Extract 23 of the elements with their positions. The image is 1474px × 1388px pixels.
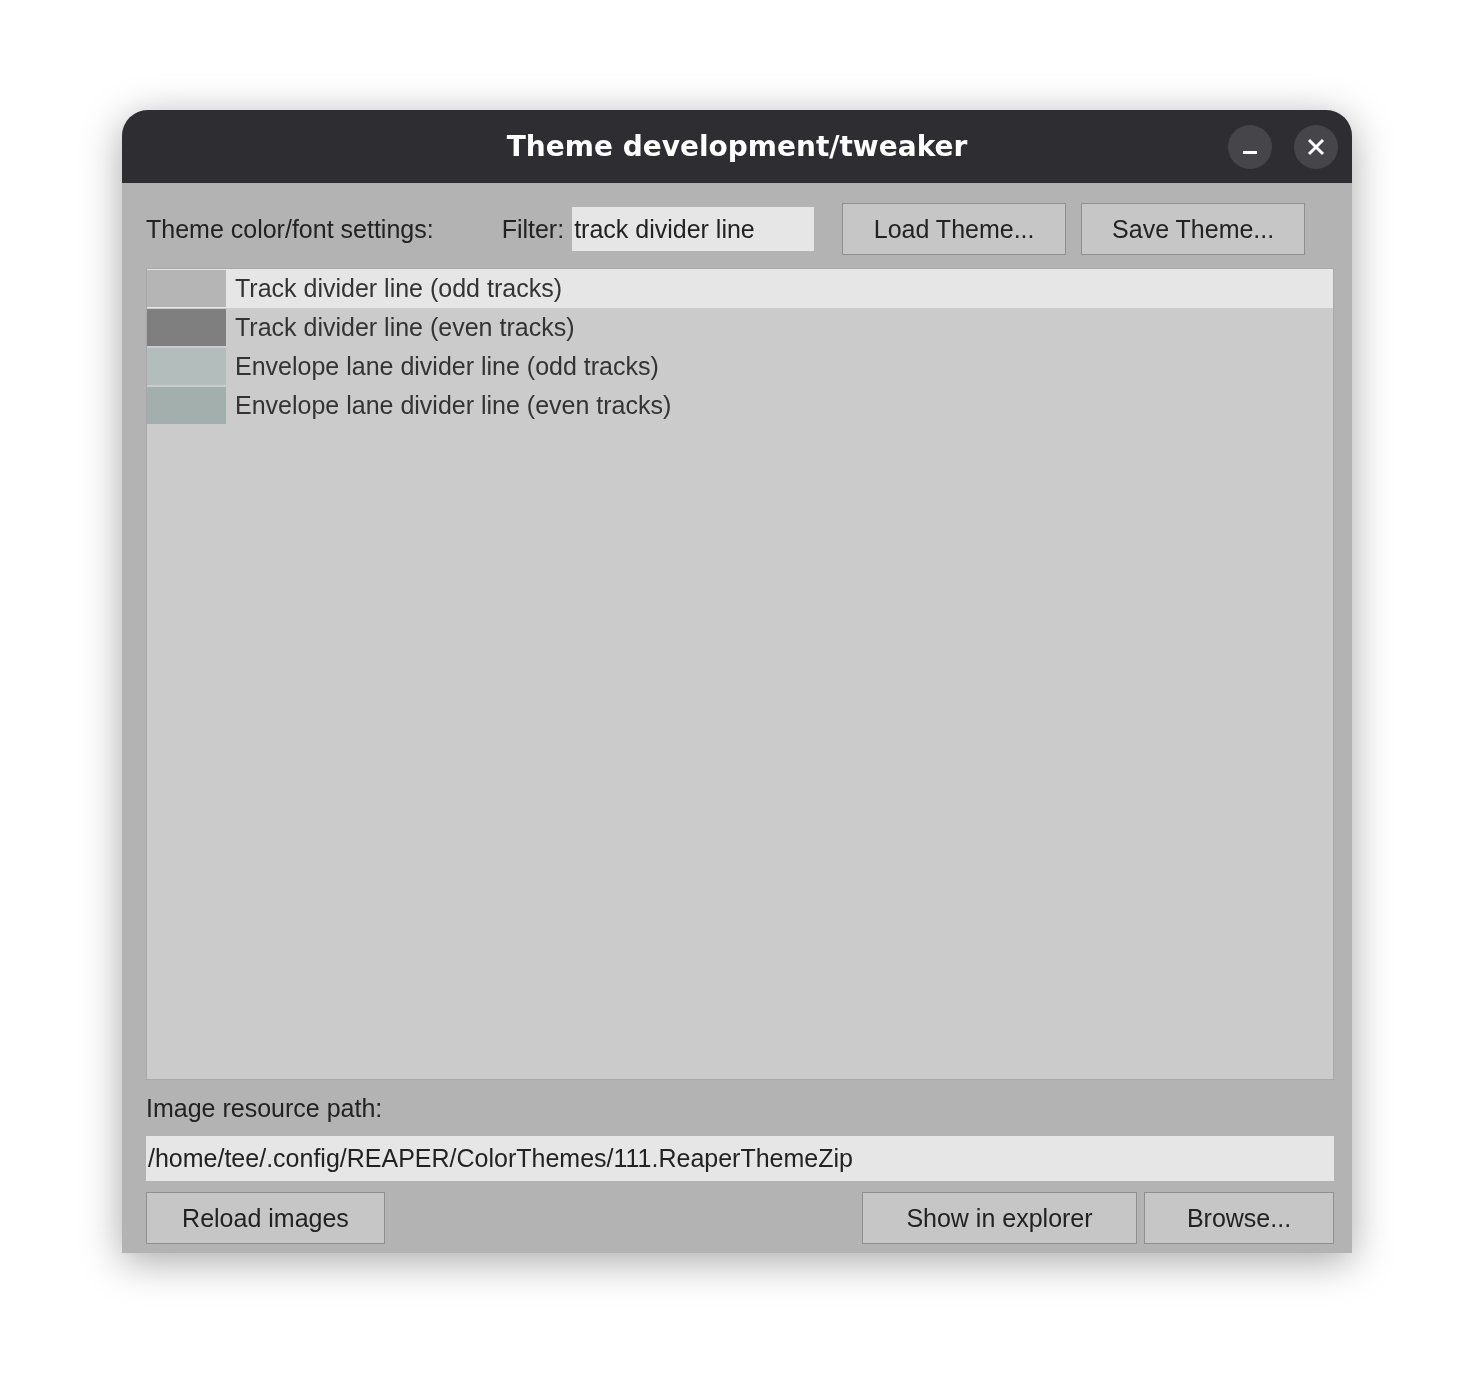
window-title: Theme development/tweaker xyxy=(506,130,968,163)
settings-label: Theme color/font settings: xyxy=(146,214,434,244)
color-list-item[interactable]: Envelope lane divider line (odd tracks) xyxy=(147,347,1333,386)
item-label: Envelope lane divider line (even tracks) xyxy=(235,391,672,420)
reload-images-button[interactable]: Reload images xyxy=(146,1192,385,1244)
item-label: Envelope lane divider line (odd tracks) xyxy=(235,352,659,381)
minimize-icon xyxy=(1243,150,1257,154)
item-label: Track divider line (odd tracks) xyxy=(235,274,562,303)
color-list-item[interactable]: Track divider line (odd tracks) xyxy=(147,269,1333,308)
close-button[interactable] xyxy=(1294,125,1338,169)
color-list-item[interactable]: Track divider line (even tracks) xyxy=(147,308,1333,347)
theme-button[interactable]: Load Theme... xyxy=(842,203,1067,255)
theme-button[interactable]: Save Theme... xyxy=(1081,203,1306,255)
resource-path-label: Image resource path: xyxy=(146,1094,384,1123)
minimize-button[interactable] xyxy=(1228,125,1272,169)
close-icon xyxy=(1307,138,1325,156)
filter-label: Filter: xyxy=(501,214,565,244)
color-list-item[interactable]: Envelope lane divider line (even tracks) xyxy=(147,386,1333,425)
item-label: Track divider line (even tracks) xyxy=(235,313,575,342)
resource-path-field[interactable]: /home/tee/.config/REAPER/ColorThemes/111.ReaperThemeZip xyxy=(146,1136,1334,1181)
filter-field[interactable]: track divider line xyxy=(572,207,815,251)
path-button[interactable]: Browse... xyxy=(1144,1192,1334,1244)
path-button[interactable]: Show in explorer xyxy=(862,1192,1137,1244)
